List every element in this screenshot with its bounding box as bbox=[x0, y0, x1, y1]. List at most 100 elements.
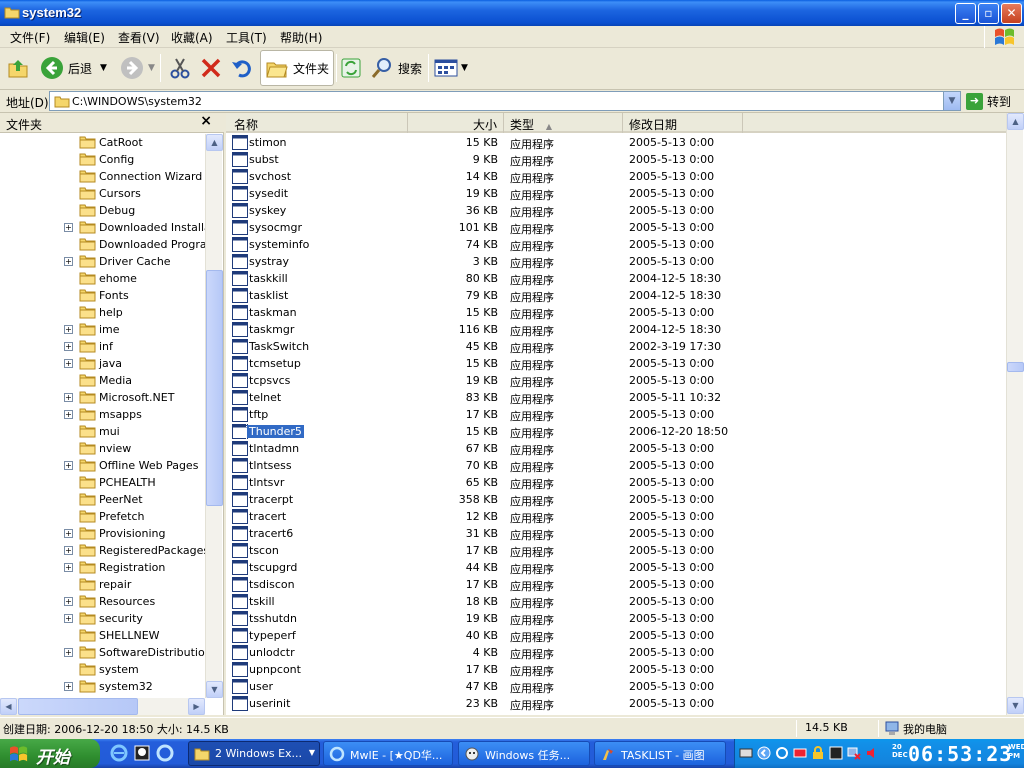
task-paint[interactable]: TASKLIST - 画图 bbox=[594, 741, 726, 766]
file-row[interactable]: tsdiscon 17 KB 应用程序 2005-5-13 0:00 bbox=[226, 576, 1006, 593]
file-row[interactable]: syskey 36 KB 应用程序 2005-5-13 0:00 bbox=[226, 202, 1006, 219]
scroll-thumb[interactable] bbox=[1007, 362, 1024, 372]
folder-tree-item[interactable]: + java bbox=[0, 355, 205, 372]
mail-icon[interactable] bbox=[793, 746, 807, 760]
lock-icon[interactable] bbox=[811, 746, 825, 760]
expand-icon[interactable]: + bbox=[64, 410, 73, 419]
file-row[interactable]: taskman 15 KB 应用程序 2005-5-13 0:00 bbox=[226, 304, 1006, 321]
folder-tree-item[interactable]: + Downloaded Installatio bbox=[0, 219, 205, 236]
cut-button[interactable] bbox=[168, 50, 192, 86]
file-row[interactable]: svchost 14 KB 应用程序 2005-5-13 0:00 bbox=[226, 168, 1006, 185]
file-row[interactable]: tskill 18 KB 应用程序 2005-5-13 0:00 bbox=[226, 593, 1006, 610]
file-row[interactable]: subst 9 KB 应用程序 2005-5-13 0:00 bbox=[226, 151, 1006, 168]
expand-icon[interactable]: + bbox=[64, 461, 73, 470]
go-button[interactable]: ➜ 转到 bbox=[966, 91, 1011, 111]
folder-tree-item[interactable]: Debug bbox=[0, 202, 205, 219]
folder-tree-item[interactable]: + SoftwareDistribution bbox=[0, 644, 205, 661]
file-row[interactable]: tlntsess 70 KB 应用程序 2005-5-13 0:00 bbox=[226, 457, 1006, 474]
expand-icon[interactable]: + bbox=[64, 257, 73, 266]
folder-tree-item[interactable]: + msapps bbox=[0, 406, 205, 423]
scroll-thumb[interactable] bbox=[18, 698, 138, 715]
address-dropdown-icon[interactable]: ▼ bbox=[943, 92, 960, 110]
file-row[interactable]: tscupgrd 44 KB 应用程序 2005-5-13 0:00 bbox=[226, 559, 1006, 576]
file-row[interactable]: telnet 83 KB 应用程序 2005-5-11 10:32 bbox=[226, 389, 1006, 406]
file-row[interactable]: systeminfo 74 KB 应用程序 2005-5-13 0:00 bbox=[226, 236, 1006, 253]
file-row[interactable]: userinit 23 KB 应用程序 2005-5-13 0:00 bbox=[226, 695, 1006, 712]
speaker-icon[interactable] bbox=[865, 746, 879, 760]
menu-tools[interactable]: 工具(T) bbox=[226, 29, 267, 46]
network-disconnected-icon[interactable] bbox=[847, 746, 861, 760]
scroll-up-icon[interactable]: ▲ bbox=[1007, 113, 1024, 130]
file-row[interactable]: tracert 12 KB 应用程序 2005-5-13 0:00 bbox=[226, 508, 1006, 525]
menu-help[interactable]: 帮助(H) bbox=[280, 29, 322, 46]
file-row[interactable]: typeperf 40 KB 应用程序 2005-5-13 0:00 bbox=[226, 627, 1006, 644]
scroll-right-icon[interactable]: ▶ bbox=[188, 698, 205, 715]
file-row[interactable]: tracerpt 358 KB 应用程序 2005-5-13 0:00 bbox=[226, 491, 1006, 508]
task-explorer[interactable]: 2 Windows Ex... ▼ bbox=[188, 741, 320, 766]
expand-icon[interactable]: + bbox=[64, 342, 73, 351]
folder-horizontal-scrollbar[interactable]: ◀ ▶ bbox=[0, 698, 205, 715]
folder-tree-item[interactable]: Media bbox=[0, 372, 205, 389]
views-dropdown-icon[interactable]: ▼ bbox=[461, 63, 468, 73]
menu-view[interactable]: 查看(V) bbox=[118, 29, 160, 46]
menu-file[interactable]: 文件(F) bbox=[10, 29, 50, 46]
folder-tree-item[interactable]: CatRoot bbox=[0, 134, 205, 151]
folder-tree-item[interactable]: + Resources bbox=[0, 593, 205, 610]
file-row[interactable]: tcmsetup 15 KB 应用程序 2005-5-13 0:00 bbox=[226, 355, 1006, 372]
expand-icon[interactable]: + bbox=[64, 325, 73, 334]
folder-tree-item[interactable]: Downloaded Program bbox=[0, 236, 205, 253]
file-row[interactable]: systray 3 KB 应用程序 2005-5-13 0:00 bbox=[226, 253, 1006, 270]
back-chevron-icon[interactable] bbox=[757, 746, 771, 760]
menu-favorites[interactable]: 收藏(A) bbox=[171, 29, 213, 46]
file-row[interactable]: tscon 17 KB 应用程序 2005-5-13 0:00 bbox=[226, 542, 1006, 559]
expand-icon[interactable]: + bbox=[64, 546, 73, 555]
file-row[interactable]: user 47 KB 应用程序 2005-5-13 0:00 bbox=[226, 678, 1006, 695]
file-row[interactable]: taskkill 80 KB 应用程序 2004-12-5 18:30 bbox=[226, 270, 1006, 287]
folder-tree-item[interactable]: nview bbox=[0, 440, 205, 457]
file-row[interactable]: upnpcont 17 KB 应用程序 2005-5-13 0:00 bbox=[226, 661, 1006, 678]
column-name[interactable]: 名称 bbox=[226, 113, 408, 133]
scroll-left-icon[interactable]: ◀ bbox=[0, 698, 17, 715]
file-row[interactable]: stimon 15 KB 应用程序 2005-5-13 0:00 bbox=[226, 134, 1006, 151]
expand-icon[interactable]: + bbox=[64, 529, 73, 538]
qq-tray-icon[interactable] bbox=[829, 746, 843, 760]
undo-button[interactable] bbox=[230, 50, 254, 86]
internet-explorer-icon[interactable] bbox=[110, 744, 128, 762]
up-folder-button[interactable] bbox=[6, 50, 30, 86]
file-row[interactable]: tftp 17 KB 应用程序 2005-5-13 0:00 bbox=[226, 406, 1006, 423]
expand-icon[interactable]: + bbox=[64, 597, 73, 606]
close-button[interactable]: ✕ bbox=[1001, 3, 1022, 24]
folder-tree-item[interactable]: SHELLNEW bbox=[0, 627, 205, 644]
address-input[interactable]: C:\WINDOWS\system32 ▼ bbox=[49, 91, 961, 111]
folder-tree-item[interactable]: + Provisioning bbox=[0, 525, 205, 542]
expand-icon[interactable]: + bbox=[64, 648, 73, 657]
column-size[interactable]: 大小 bbox=[408, 113, 504, 133]
file-row[interactable]: taskmgr 116 KB 应用程序 2004-12-5 18:30 bbox=[226, 321, 1006, 338]
folder-tree-item[interactable]: PCHEALTH bbox=[0, 474, 205, 491]
expand-icon[interactable]: + bbox=[64, 223, 73, 232]
folders-button[interactable]: 文件夹 bbox=[260, 50, 335, 86]
folder-tree-item[interactable]: Fonts bbox=[0, 287, 205, 304]
folder-tree-item[interactable]: system bbox=[0, 661, 205, 678]
expand-icon[interactable]: + bbox=[64, 563, 73, 572]
folder-vertical-scrollbar[interactable]: ▲ ▼ bbox=[205, 134, 223, 698]
back-dropdown-icon[interactable]: ▼ bbox=[100, 63, 107, 73]
back-button[interactable]: 后退 ▼ bbox=[40, 50, 107, 86]
folder-tree-item[interactable]: + Offline Web Pages bbox=[0, 457, 205, 474]
folder-tree-item[interactable]: mui bbox=[0, 423, 205, 440]
menu-edit[interactable]: 编辑(E) bbox=[64, 29, 105, 46]
folder-tree-item[interactable]: + Registration bbox=[0, 559, 205, 576]
folder-tree-item[interactable]: + security bbox=[0, 610, 205, 627]
file-row[interactable]: tlntadmn 67 KB 应用程序 2005-5-13 0:00 bbox=[226, 440, 1006, 457]
file-row[interactable]: tcpsvcs 19 KB 应用程序 2005-5-13 0:00 bbox=[226, 372, 1006, 389]
qq-icon[interactable] bbox=[133, 744, 151, 762]
start-button[interactable]: 开始 bbox=[0, 739, 100, 768]
folder-tree-item[interactable]: Prefetch bbox=[0, 508, 205, 525]
file-row[interactable]: tracert6 31 KB 应用程序 2005-5-13 0:00 bbox=[226, 525, 1006, 542]
column-type[interactable]: 类型 ▲ bbox=[504, 113, 623, 133]
views-button[interactable]: ▼ bbox=[434, 50, 468, 86]
network-icon[interactable] bbox=[775, 746, 789, 760]
folder-tree-item[interactable]: Config bbox=[0, 151, 205, 168]
search-button[interactable]: 搜索 bbox=[370, 50, 422, 86]
folder-tree-item[interactable]: ehome bbox=[0, 270, 205, 287]
